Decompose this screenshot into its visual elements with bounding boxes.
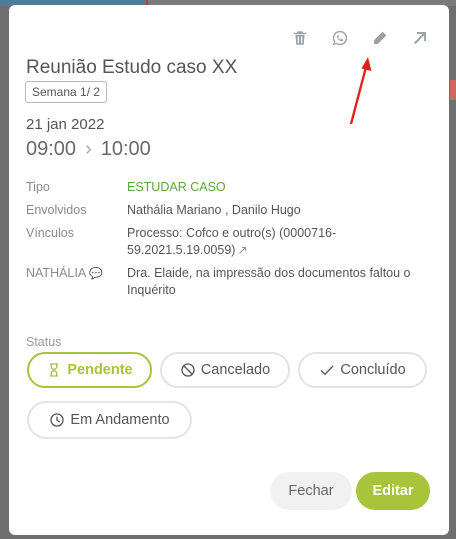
detail-row-comment: NATHÁLIA 💬 Dra. Elaide, na impressão dos … bbox=[26, 265, 436, 299]
status-concluido-label: Concluído bbox=[340, 362, 406, 378]
envolvidos-label: Envolvidos bbox=[26, 203, 87, 217]
expand-arrow-icon bbox=[414, 32, 426, 44]
tipo-value: ESTUDAR CASO bbox=[127, 180, 226, 194]
expand-button[interactable] bbox=[409, 27, 431, 49]
detail-row-tipo: Tipo ESTUDAR CASO bbox=[26, 179, 436, 196]
status-pendente-label: Pendente bbox=[67, 362, 133, 378]
whatsapp-button[interactable] bbox=[329, 27, 351, 49]
event-details: Tipo ESTUDAR CASO Envolvidos Nathália Ma… bbox=[26, 179, 436, 305]
status-cancelado-label: Cancelado bbox=[200, 362, 271, 378]
end-time: 10:00 bbox=[100, 138, 151, 160]
status-label: Status bbox=[26, 335, 62, 349]
detail-row-envolvidos: Envolvidos Nathália Mariano , Danilo Hug… bbox=[26, 202, 436, 219]
hourglass-icon bbox=[50, 363, 59, 377]
comment-icon: 💬 bbox=[89, 268, 103, 280]
status-em-andamento-label: Em Andamento bbox=[70, 412, 170, 428]
pencil-icon bbox=[374, 31, 387, 44]
envolvidos-value: Nathália Mariano , Danilo Hugo bbox=[127, 203, 301, 217]
start-time: 09:00 bbox=[26, 138, 77, 160]
event-time-range: 09:00 › 10:00 bbox=[26, 138, 151, 161]
status-cancelado-button[interactable]: Cancelado bbox=[160, 352, 290, 388]
background-strip bbox=[450, 80, 456, 100]
comment-author-label: NATHÁLIA 💬 bbox=[26, 265, 127, 299]
week-badge: Semana 1/ 2 bbox=[25, 81, 108, 103]
detail-row-vinculos: Vínculos Processo: Cofco e outro(s) (000… bbox=[26, 225, 436, 259]
vinculos-link[interactable]: Processo: Cofco e outro(s) (0000716-59.2… bbox=[127, 226, 336, 257]
status-em-andamento-button[interactable]: Em Andamento bbox=[27, 401, 192, 439]
whatsapp-icon bbox=[332, 30, 348, 46]
close-button[interactable]: Fechar bbox=[270, 472, 352, 510]
ban-icon bbox=[181, 363, 195, 377]
comment-author: NATHÁLIA bbox=[26, 266, 87, 280]
event-modal: Reunião Estudo caso XX Semana 1/ 2 21 ja… bbox=[9, 5, 449, 535]
clock-icon bbox=[50, 413, 65, 427]
trash-icon bbox=[294, 31, 306, 45]
edit-pencil-button[interactable] bbox=[369, 27, 391, 49]
event-title: Reunião Estudo caso XX bbox=[26, 57, 238, 78]
external-link-icon[interactable]: ↗ bbox=[237, 242, 247, 259]
status-pendente-button[interactable]: Pendente bbox=[27, 352, 152, 388]
chevron-right-icon: › bbox=[85, 138, 92, 160]
modal-toolbar bbox=[289, 27, 431, 49]
tipo-label: Tipo bbox=[26, 180, 50, 194]
vinculos-value: Processo: Cofco e outro(s) (0000716-59.2… bbox=[127, 225, 436, 259]
status-concluido-button[interactable]: Concluído bbox=[298, 352, 427, 388]
edit-button[interactable]: Editar bbox=[356, 472, 430, 510]
event-date: 21 jan 2022 bbox=[26, 116, 105, 133]
comment-text: Dra. Elaide, na impressão dos documentos… bbox=[127, 266, 411, 297]
check-icon bbox=[320, 365, 334, 376]
vinculos-label: Vínculos bbox=[26, 226, 74, 240]
delete-button[interactable] bbox=[289, 27, 311, 49]
